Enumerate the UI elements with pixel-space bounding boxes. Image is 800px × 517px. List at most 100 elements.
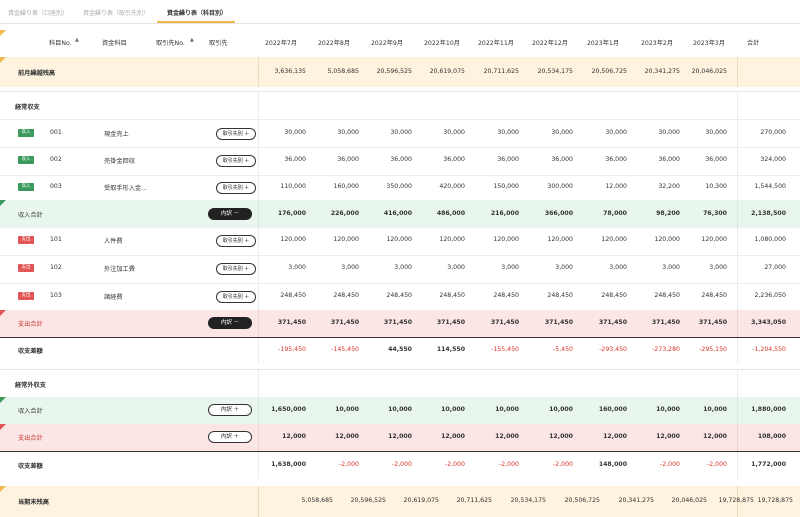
cell-value: 30,000 [443, 129, 465, 136]
header-total: 合計 [747, 40, 760, 47]
opening-value: 20,596,525 [376, 68, 412, 75]
cell-total: 27,000 [764, 264, 786, 271]
cell-value: 36,000 [390, 156, 412, 163]
partner-breakdown-button[interactable]: 取引先別 ＋ [216, 235, 256, 247]
closing-value: 20,046,025 [671, 497, 707, 504]
partner-breakdown-button[interactable]: 取引先別 ＋ [216, 128, 256, 140]
closing-value: 5,058,685 [301, 497, 334, 504]
cell-value: 248,450 [493, 292, 519, 299]
ordinary-section-title: 経常収支 [15, 104, 40, 111]
cell-value: 120,000 [280, 236, 306, 243]
account-name: 人件費 [104, 238, 123, 245]
closing-value: 20,341,275 [618, 497, 654, 504]
cell-value: 248,450 [601, 292, 627, 299]
cell-value: 30,000 [658, 129, 680, 136]
cell-value: 371,450 [490, 319, 519, 326]
header-partner: 取引先 [209, 40, 228, 47]
column-divider [258, 370, 259, 398]
partner-breakdown-button[interactable]: 取引先別 ＋ [216, 263, 256, 275]
cell-value: 248,450 [654, 292, 680, 299]
cell-value: 120,000 [701, 236, 727, 243]
cell-value: 371,450 [598, 319, 627, 326]
cell-value: 36,000 [658, 156, 680, 163]
breakdown-toggle-button[interactable]: 内訳 － [208, 208, 252, 220]
closing-total: 19,728,875 [757, 497, 793, 504]
cell-value: 10,000 [335, 406, 359, 413]
cell-value: 114,550 [436, 346, 465, 353]
cell-value: 44,550 [388, 346, 412, 353]
header-month: 2023年1月 [587, 40, 620, 47]
closing-value: 20,619,075 [403, 497, 439, 504]
cell-value: 36,000 [497, 156, 519, 163]
cell-value: 148,000 [598, 461, 627, 468]
cell-value: 366,000 [544, 210, 573, 217]
cell-value: -5,450 [553, 346, 573, 353]
cell-value: -2,000 [499, 461, 519, 468]
ordinary-section-header: 経常収支 [0, 91, 800, 120]
cell-value: -295,150 [699, 346, 727, 353]
cell-total: 324,000 [760, 156, 786, 163]
cell-value: 32,200 [658, 183, 680, 190]
breakdown-toggle-button[interactable]: 内訳 ＋ [208, 404, 252, 416]
cell-value: 350,000 [386, 183, 412, 190]
tab-by-account[interactable]: 資金繰り表（口座別） [8, 8, 68, 17]
cell-value: 120,000 [333, 236, 359, 243]
cell-value: 120,000 [654, 236, 680, 243]
breakdown-toggle-button[interactable]: 内訳 － [208, 317, 252, 329]
cell-value: 248,450 [439, 292, 465, 299]
cell-value: 371,450 [436, 319, 465, 326]
account-name: 外注加工費 [104, 266, 135, 273]
cell-value: 371,450 [383, 319, 412, 326]
income-total-label: 収入合計 [18, 212, 43, 219]
account-name: 現金売上 [104, 131, 129, 138]
cell-value: -2,000 [707, 461, 727, 468]
opening-value: 20,534,175 [537, 68, 573, 75]
cell-value: 3,000 [501, 264, 519, 271]
cell-value: 36,000 [337, 156, 359, 163]
non-ordinary-balance-row: 収支差額 1,638,000 -2,000 -2,000 -2,000 -2,0… [0, 452, 800, 479]
opening-value: 20,619,075 [429, 68, 465, 75]
row-corner-mark [0, 424, 6, 430]
expense-total-label: 支出合計 [18, 435, 43, 442]
tab-by-item[interactable]: 資金繰り表（科目別） [167, 8, 227, 17]
cell-value: 10,000 [441, 406, 465, 413]
table-row: 収入 001 現金売上 取引先別 ＋ 30,000 30,000 30,000 … [0, 120, 800, 147]
expense-badge: 支出 [18, 236, 34, 244]
cell-value: 30,000 [705, 129, 727, 136]
cell-value: 248,450 [280, 292, 306, 299]
cell-value: 216,000 [490, 210, 519, 217]
account-no: 101 [50, 236, 62, 243]
cell-value: -2,000 [445, 461, 465, 468]
cell-value: 10,000 [703, 406, 727, 413]
non-ordinary-section-header: 経常外収支 [0, 369, 800, 398]
opening-value: 3,636,135 [274, 68, 307, 75]
cell-value: 160,000 [598, 406, 627, 413]
closing-value: 20,534,175 [510, 497, 546, 504]
column-divider [737, 370, 738, 398]
partner-breakdown-button[interactable]: 取引先別 ＋ [216, 291, 256, 303]
breakdown-toggle-button[interactable]: 内訳 ＋ [208, 431, 252, 443]
cell-value: 12,000 [703, 433, 727, 440]
account-no: 001 [50, 129, 62, 136]
header-partner-no[interactable]: 取引先No. [156, 38, 185, 47]
cell-value: -273,280 [652, 346, 680, 353]
table-row: 支出 101 人件費 取引先別 ＋ 120,000 120,000 120,00… [0, 228, 800, 255]
sort-icon[interactable]: ▲ [190, 37, 194, 43]
cell-value: 30,000 [284, 129, 306, 136]
partner-breakdown-button[interactable]: 取引先別 ＋ [216, 155, 256, 167]
cell-value: 10,300 [705, 183, 727, 190]
cell-value: 36,000 [705, 156, 727, 163]
header-account-no[interactable]: 科目No. [49, 38, 72, 47]
sort-icon[interactable]: ▲ [75, 37, 79, 43]
row-corner-mark [0, 57, 6, 63]
cell-value: 12,000 [335, 433, 359, 440]
cell-value: -2,000 [339, 461, 359, 468]
cell-value: 120,000 [493, 236, 519, 243]
cell-value: 226,000 [330, 210, 359, 217]
account-name: 売掛金回収 [104, 158, 135, 165]
cell-total: 2,236,050 [754, 292, 787, 299]
partner-breakdown-button[interactable]: 取引先別 ＋ [216, 182, 256, 194]
income-total-row: 収入合計 内訳 － 176,000 226,000 416,000 486,00… [0, 200, 800, 228]
cell-value: 36,000 [605, 156, 627, 163]
tab-by-partner[interactable]: 資金繰り表（取引先別） [83, 8, 149, 17]
